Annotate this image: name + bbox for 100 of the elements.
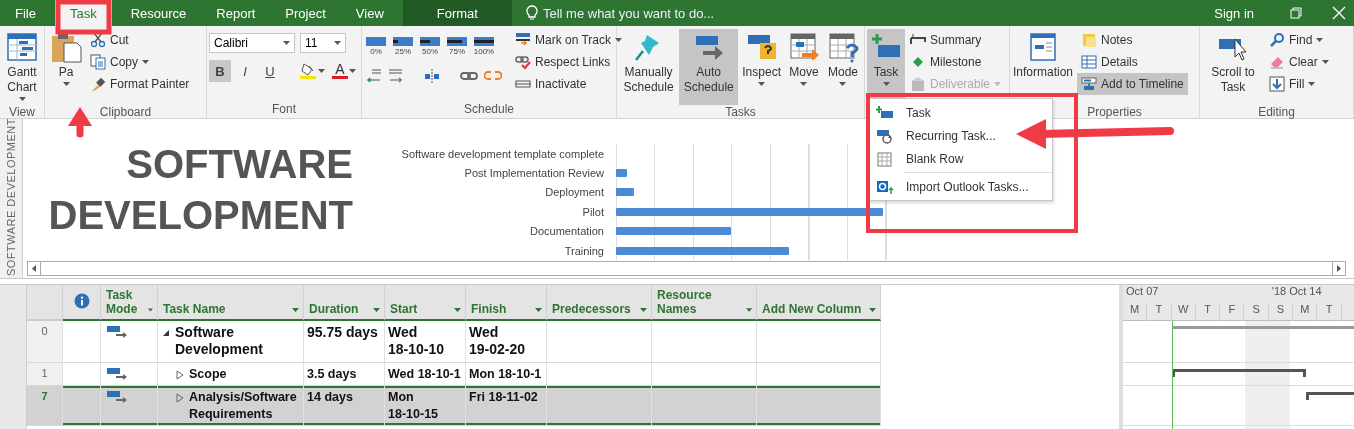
row-number[interactable]: 7 (27, 386, 63, 426)
ribbon-button[interactable]: Milestone (906, 51, 1006, 73)
bar-label: Deployment (544, 186, 605, 199)
task-mode-icon (106, 366, 128, 380)
outlook-icon (876, 178, 894, 195)
sign-in-link[interactable]: Sign in (1214, 0, 1254, 26)
ribbon-button[interactable]: Clear (1265, 51, 1333, 73)
column-header[interactable]: Task Name (158, 285, 304, 321)
group-label: View (9, 105, 35, 119)
column-header[interactable]: Resource Names (652, 285, 757, 321)
day-label: T (1195, 303, 1221, 321)
column-header[interactable]: Predecessors (547, 285, 652, 321)
percent-complete-button[interactable]: 100% (472, 36, 496, 56)
percent-complete-button[interactable]: 50% (418, 36, 442, 56)
finish-cell: Mon 18-10-1 (469, 367, 542, 381)
eraser-icon (1269, 54, 1285, 70)
task-name-cell: Scope (189, 366, 227, 383)
column-header[interactable]: Duration (304, 285, 385, 321)
ribbon-button[interactable]: Copy (86, 51, 194, 73)
week-label: '18 Oct 14 (1270, 285, 1323, 299)
tab[interactable]: Project (270, 0, 341, 26)
task-mode-icon (106, 324, 128, 338)
ribbon-button[interactable]: Details (1077, 51, 1188, 73)
percent-complete-button[interactable]: 25% (391, 36, 415, 56)
progress-bar-icon (473, 36, 495, 47)
search-icon (1269, 32, 1285, 48)
font-color-button[interactable]: A (330, 63, 358, 79)
ribbon-button[interactable]: Inspect (739, 29, 784, 105)
font-style-button[interactable]: B (209, 60, 231, 82)
tab[interactable]: File (0, 0, 51, 26)
table-icon (1081, 54, 1098, 70)
horizontal-scrollbar[interactable] (27, 261, 1346, 276)
tab[interactable]: Resource (115, 0, 202, 26)
highlight-color-button[interactable] (297, 62, 327, 80)
timeline-icon (1081, 76, 1098, 92)
tab[interactable]: Format (402, 0, 512, 26)
group-label: Schedule (463, 102, 514, 118)
link-icon (460, 70, 478, 82)
font-style-button[interactable]: U (259, 60, 281, 82)
tell-me-field[interactable]: Tell me what you want to do... (542, 5, 715, 21)
brush-icon (90, 76, 106, 92)
duration-cell: 95.75 days (307, 324, 378, 340)
column-header[interactable]: Finish (466, 285, 547, 321)
percent-complete-button[interactable]: 0% (364, 36, 388, 56)
menu-item[interactable]: Import Outlook Tasks... (868, 175, 1052, 198)
caret-icon (373, 308, 380, 312)
percent-complete-button[interactable]: 75% (445, 36, 469, 56)
form-icon (1027, 31, 1059, 63)
column-header[interactable]: Start (385, 285, 466, 321)
font-family-dropdown[interactable]: Calibri (209, 33, 295, 53)
note-icon (1081, 32, 1098, 48)
group-label: Editing (1258, 105, 1295, 119)
duration-cell: 14 days (307, 390, 353, 404)
ribbon-button[interactable]: Mode (824, 29, 862, 105)
timeline-title: SOFTWARE DEVELOPMENT (47, 141, 353, 239)
summary-bar (1306, 392, 1354, 400)
bar-arrow-icon (515, 32, 531, 48)
ribbon-button[interactable]: Auto Schedule (679, 29, 739, 105)
unlink-icon (484, 69, 502, 83)
column-header[interactable] (63, 285, 101, 321)
ribbon-button[interactable]: Add to Timeline (1077, 73, 1188, 95)
task-mode-icon (106, 389, 128, 403)
column-header[interactable]: Task Mode (101, 285, 158, 321)
blank-row-icon (876, 150, 894, 167)
column-header[interactable]: Add New Column (757, 285, 881, 321)
box-icon (910, 76, 926, 92)
start-cell: Wed 18-10-1 (388, 367, 461, 381)
ribbon-button[interactable]: Pa (47, 29, 85, 105)
caret-icon (334, 41, 341, 45)
close-icon (1332, 6, 1346, 20)
day-label: M (1123, 303, 1148, 321)
font-size-dropdown[interactable]: 11 (300, 33, 346, 53)
ribbon-button[interactable]: Notes (1077, 29, 1188, 51)
ribbon-button[interactable]: Cut (86, 29, 194, 51)
finish-cell: Fri 18-11-02 (469, 390, 538, 404)
ribbon-button[interactable]: Find (1265, 29, 1333, 51)
ribbon-button[interactable]: Scroll to Task (1202, 29, 1264, 105)
menu-item[interactable]: Blank Row (868, 147, 1052, 170)
task-name-cell-text: Software Development (175, 324, 264, 358)
link-check-icon (515, 54, 531, 70)
font-style-button[interactable]: I (234, 60, 256, 82)
tab[interactable]: View (340, 0, 399, 26)
start-cell: Wed 18-10-10 (388, 324, 445, 357)
copy-icon (90, 54, 106, 70)
ribbon-button[interactable]: Format Painter (86, 73, 194, 95)
row-number[interactable]: 1 (27, 363, 63, 386)
highlighter-icon (299, 62, 317, 80)
ribbon-button[interactable]: Summary (906, 29, 1006, 51)
ribbon-button[interactable]: Fill (1265, 73, 1333, 95)
caret-icon (454, 308, 461, 312)
caret-icon (535, 308, 542, 312)
ribbon-button[interactable]: Move (785, 29, 823, 105)
info-icon (74, 292, 90, 309)
ribbon-button[interactable]: Gantt Chart (2, 29, 42, 105)
day-label: T (1147, 303, 1172, 321)
add-bar-icon (876, 104, 894, 121)
tab[interactable]: Report (201, 0, 271, 26)
progress-bar-icon (365, 36, 387, 47)
row-number[interactable]: 0 (27, 321, 63, 363)
menu-item[interactable]: Recurring Task... (868, 124, 1052, 147)
